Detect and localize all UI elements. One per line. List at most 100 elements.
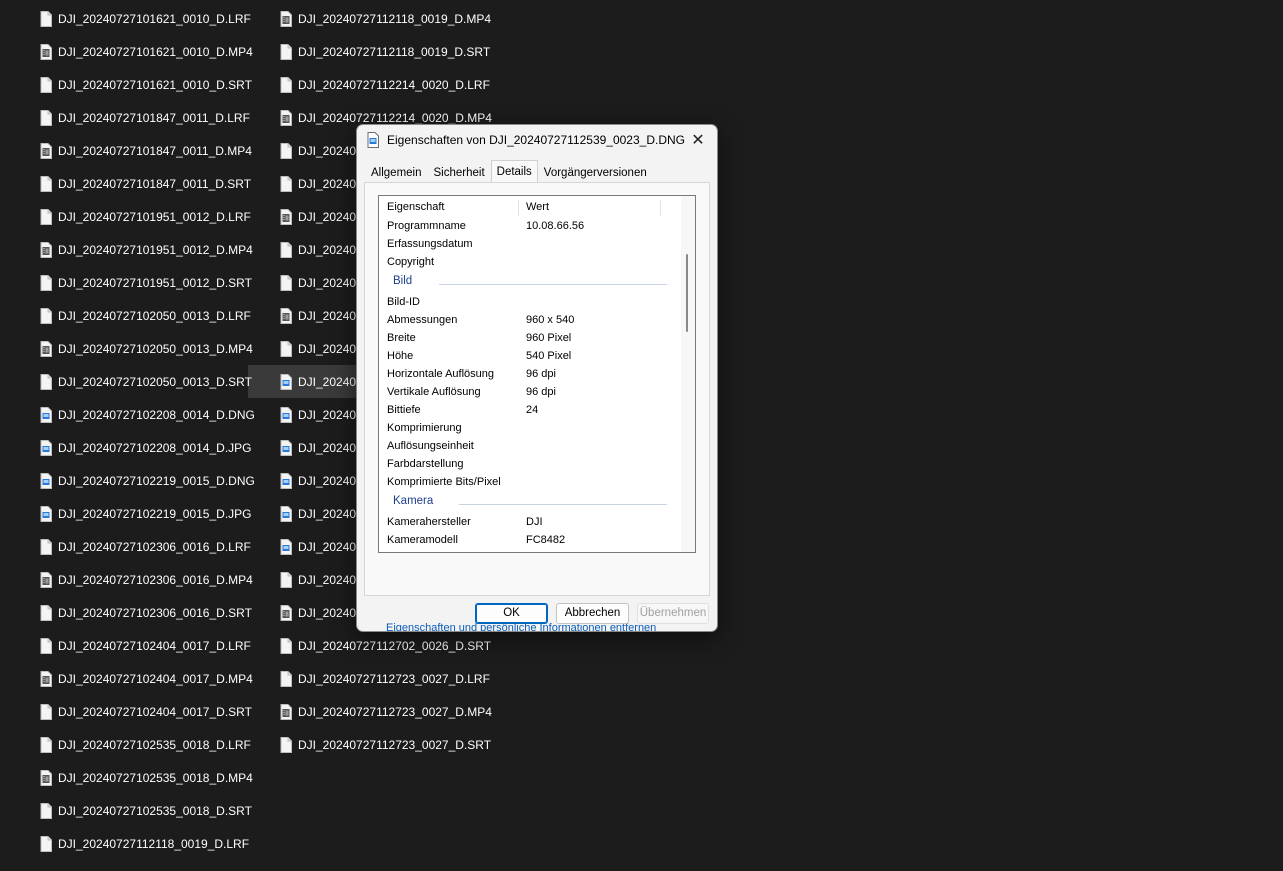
property-row[interactable]: Programmname 10.08.66.56: [379, 217, 679, 235]
video-file-icon: [40, 670, 52, 687]
file-item[interactable]: DJI_20240727112214_0020_D.LRF: [280, 68, 492, 101]
file-name: DJI_20240727112723_0027_D.MP4: [298, 704, 492, 719]
property-row[interactable]: Vertikale Auflösung 96 dpi: [379, 383, 679, 401]
tab-details[interactable]: Details: [490, 160, 538, 182]
property-row[interactable]: Höhe 540 Pixel: [379, 347, 679, 365]
property-name: Horizontale Auflösung: [387, 368, 495, 380]
file-item[interactable]: DJI_20240727102404_0017_D.LRF: [40, 629, 255, 662]
tab-allgemein[interactable]: Allgemein: [365, 163, 428, 183]
file-name: DJI_20240727101951_0012_D.SRT: [58, 275, 252, 290]
file-name: DJI_20240727101621_0010_D.MP4: [58, 44, 253, 59]
file-item[interactable]: DJI_20240727102535_0018_D.LRF: [40, 728, 255, 761]
document-icon: [40, 10, 52, 27]
column-separator[interactable]: [518, 200, 519, 216]
property-row[interactable]: Breite 960 Pixel: [379, 329, 679, 347]
document-icon: [40, 604, 52, 621]
close-button[interactable]: ✕: [685, 129, 711, 151]
file-item[interactable]: DJI_20240727102306_0016_D.LRF: [40, 530, 255, 563]
video-file-icon: [40, 43, 52, 60]
file-name: DJI_20240727102306_0016_D.MP4: [58, 572, 253, 587]
group-divider: [439, 284, 667, 285]
file-column-1: DJI_20240727101621_0010_D.LRF DJI_2024072…: [40, 2, 255, 860]
file-item[interactable]: DJI_20240727101621_0010_D.SRT: [40, 68, 255, 101]
file-item[interactable]: DJI_20240727101847_0011_D.LRF: [40, 101, 255, 134]
file-name: DJI_20240727102050_0013_D.SRT: [58, 374, 252, 389]
file-item[interactable]: DJI_20240727102208_0014_D.JPG: [40, 431, 255, 464]
property-row[interactable]: Kameramodell FC8482: [379, 531, 679, 549]
file-item[interactable]: DJI_20240727102306_0016_D.SRT: [40, 596, 255, 629]
property-row[interactable]: Erfassungsdatum: [379, 235, 679, 253]
file-item[interactable]: DJI_20240727101621_0010_D.MP4: [40, 35, 255, 68]
file-item[interactable]: DJI_20240727101847_0011_D.MP4: [40, 134, 255, 167]
file-item[interactable]: DJI_20240727101951_0012_D.MP4: [40, 233, 255, 266]
ok-button[interactable]: OK: [475, 603, 548, 624]
property-name: Abmessungen: [387, 314, 458, 326]
file-item[interactable]: DJI_20240727102050_0013_D.LRF: [40, 299, 255, 332]
scrollbar-thumb[interactable]: [686, 254, 688, 332]
property-row[interactable]: Abmessungen 960 x 540: [379, 311, 679, 329]
property-row[interactable]: Auflösungseinheit: [379, 437, 679, 455]
video-file-icon: [280, 604, 292, 621]
column-header-property[interactable]: Eigenschaft: [387, 198, 444, 216]
file-name: DJI_20240727112214_0020_D.LRF: [298, 77, 490, 92]
file-item[interactable]: DJI_20240727112723_0027_D.MP4: [280, 695, 492, 728]
dialog-titlebar: Eigenschaften von DJI_20240727112539_002…: [357, 125, 717, 155]
column-separator[interactable]: [660, 200, 661, 216]
file-item[interactable]: DJI_20240727102404_0017_D.MP4: [40, 662, 255, 695]
property-row[interactable]: Farbdarstellung: [379, 455, 679, 473]
file-name: DJI_20240727101951_0012_D.LRF: [58, 209, 251, 224]
file-item[interactable]: DJI_20240727102208_0014_D.DNG: [40, 398, 255, 431]
property-name: Höhe: [387, 350, 414, 362]
tab-vorgaengerversionen[interactable]: Vorgängerversionen: [538, 163, 653, 183]
vertical-scrollbar[interactable]: [681, 196, 695, 552]
property-row[interactable]: Bittiefe 24: [379, 401, 679, 419]
file-name: DJI_20240727101847_0011_D.SRT: [58, 176, 252, 191]
file-name: DJI_20240727101621_0010_D.SRT: [58, 77, 252, 92]
video-file-icon: [280, 208, 292, 225]
file-item[interactable]: DJI_20240727112118_0019_D.LRF: [40, 827, 255, 860]
group-divider: [459, 504, 667, 505]
file-name: DJI_20240727102404_0017_D.MP4: [58, 671, 253, 686]
video-file-icon: [40, 142, 52, 159]
file-item[interactable]: DJI_20240727101951_0012_D.SRT: [40, 266, 255, 299]
property-row[interactable]: Komprimierung: [379, 419, 679, 437]
property-row[interactable]: Horizontale Auflösung 96 dpi: [379, 365, 679, 383]
property-row[interactable]: Kamerahersteller DJI: [379, 513, 679, 531]
file-item[interactable]: DJI_20240727102219_0015_D.JPG: [40, 497, 255, 530]
file-item[interactable]: DJI_20240727112118_0019_D.MP4: [280, 2, 492, 35]
file-item[interactable]: DJI_20240727112723_0027_D.SRT: [280, 728, 492, 761]
column-header-value[interactable]: Wert: [526, 198, 549, 216]
video-file-icon: [40, 241, 52, 258]
file-item[interactable]: DJI_20240727102050_0013_D.MP4: [40, 332, 255, 365]
property-value: 10.08.66.56: [526, 220, 585, 232]
image-file-icon: [280, 406, 292, 423]
document-icon: [40, 736, 52, 753]
file-item[interactable]: DJI_20240727102535_0018_D.SRT: [40, 794, 255, 827]
properties-list[interactable]: Eigenschaft Wert Programmname 10.08.66.56…: [378, 195, 696, 553]
file-item[interactable]: DJI_20240727101951_0012_D.LRF: [40, 200, 255, 233]
file-item[interactable]: DJI_20240727101621_0010_D.LRF: [40, 2, 255, 35]
property-row[interactable]: Copyright: [379, 253, 679, 271]
file-name: DJI_20240727102306_0016_D.SRT: [58, 605, 252, 620]
cancel-button[interactable]: Abbrechen: [556, 603, 629, 624]
tab-sicherheit[interactable]: Sicherheit: [428, 163, 491, 183]
file-item[interactable]: DJI_20240727112723_0027_D.LRF: [280, 662, 492, 695]
file-item[interactable]: DJI_20240727102404_0017_D.SRT: [40, 695, 255, 728]
file-name: DJI_20240727102219_0015_D.DNG: [58, 473, 255, 488]
apply-button[interactable]: Übernehmen: [637, 603, 709, 624]
file-name: DJI_20240727112723_0027_D.SRT: [298, 737, 492, 752]
file-item[interactable]: DJI_20240727101847_0011_D.SRT: [40, 167, 255, 200]
file-item[interactable]: DJI_20240727112702_0026_D.SRT: [280, 629, 492, 662]
file-item[interactable]: DJI_20240727102050_0013_D.SRT: [40, 365, 255, 398]
property-value: 540 Pixel: [526, 350, 572, 362]
property-name: Bittiefe: [387, 404, 421, 416]
file-item[interactable]: DJI_20240727102535_0018_D.MP4: [40, 761, 255, 794]
property-row[interactable]: Komprimierte Bits/Pixel: [379, 473, 679, 491]
group-header: Bild: [379, 273, 679, 293]
document-icon: [40, 637, 52, 654]
file-item[interactable]: DJI_20240727102306_0016_D.MP4: [40, 563, 255, 596]
file-item[interactable]: DJI_20240727102219_0015_D.DNG: [40, 464, 255, 497]
property-row[interactable]: Bild-ID: [379, 293, 679, 311]
file-item[interactable]: DJI_20240727112118_0019_D.SRT: [280, 35, 492, 68]
file-name: DJI_20240727102306_0016_D.LRF: [58, 539, 251, 554]
